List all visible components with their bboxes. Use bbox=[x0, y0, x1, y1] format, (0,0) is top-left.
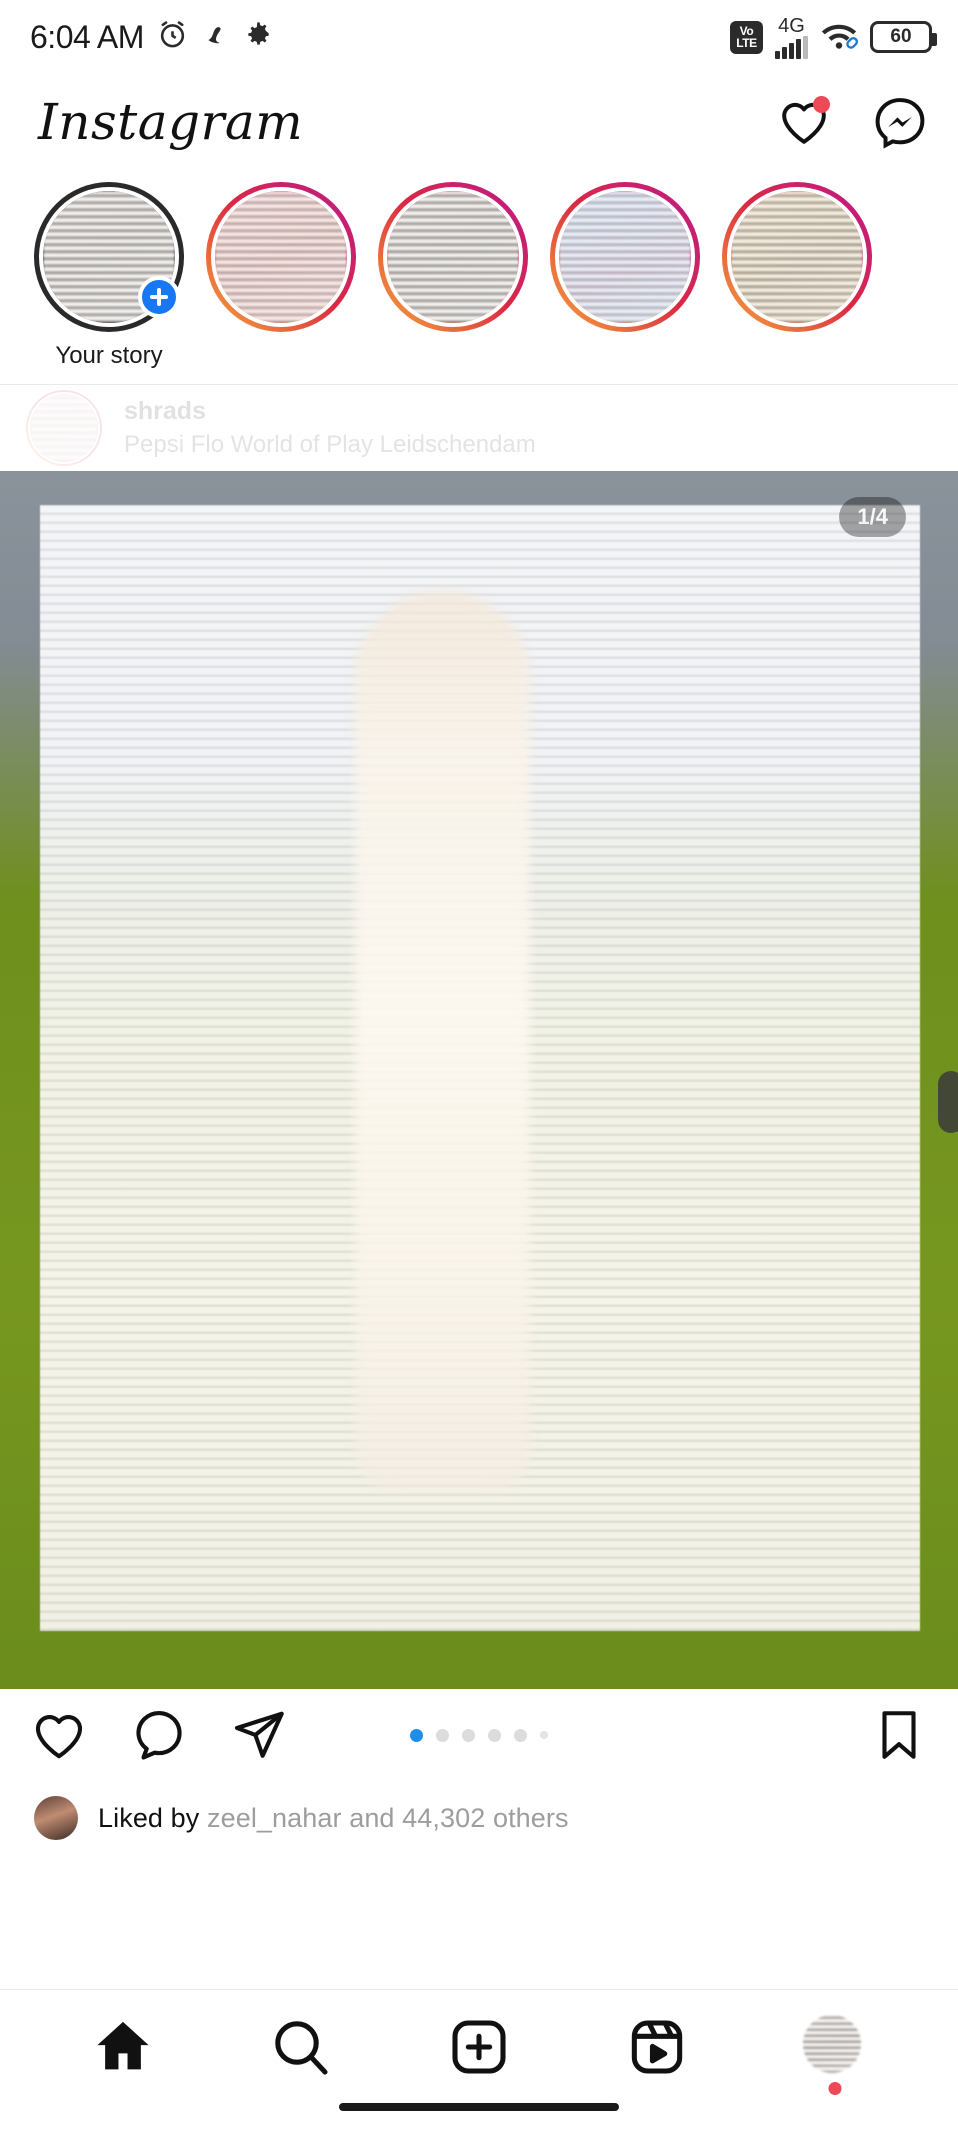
story-item-your-story[interactable]: Your story bbox=[34, 182, 184, 370]
post-action-left-group bbox=[30, 1706, 288, 1764]
status-bar: 6:04 AM Vo LTE 4G 60 bbox=[0, 0, 958, 74]
story-avatar bbox=[387, 191, 519, 323]
post-action-bar bbox=[0, 1689, 958, 1781]
profile-notification-dot bbox=[828, 2081, 842, 2095]
profile-avatar bbox=[803, 2014, 861, 2073]
post-photo-subject bbox=[355, 591, 530, 1491]
likes-text[interactable]: Liked by zeel_nahar and 44,302 others bbox=[98, 1803, 569, 1834]
story-label: Your story bbox=[55, 342, 163, 369]
story-ring bbox=[206, 182, 356, 332]
post-likes-row[interactable]: Liked by zeel_nahar and 44,302 others bbox=[0, 1781, 958, 1851]
story-item-4[interactable] bbox=[722, 182, 872, 370]
notification-badge-dot bbox=[813, 96, 830, 113]
add-story-plus-icon[interactable] bbox=[138, 276, 180, 318]
post-media[interactable]: 1/4 bbox=[0, 471, 958, 1689]
status-bar-right: Vo LTE 4G 60 bbox=[730, 16, 937, 59]
alarm-clock-icon bbox=[157, 19, 188, 55]
post-author-avatar[interactable] bbox=[26, 390, 102, 466]
instagram-app-screen: 6:04 AM Vo LTE 4G 60 Instagram Your stor… bbox=[0, 0, 958, 2129]
header-actions bbox=[776, 94, 928, 150]
post-action-right-group bbox=[870, 1706, 928, 1764]
wifi-icon bbox=[820, 20, 858, 55]
likes-count: 44,302 bbox=[402, 1802, 486, 1833]
story-ring bbox=[378, 182, 528, 332]
likes-prefix: Liked by bbox=[98, 1802, 200, 1833]
carousel-indicator bbox=[410, 1728, 548, 1742]
story-avatar bbox=[215, 191, 347, 323]
share-paperplane-icon[interactable] bbox=[230, 1706, 288, 1764]
messenger-icon[interactable] bbox=[872, 94, 928, 150]
like-heart-icon[interactable] bbox=[30, 1706, 88, 1764]
activity-heart-icon[interactable] bbox=[776, 94, 832, 150]
likes-username[interactable]: zeel_nahar bbox=[207, 1803, 342, 1833]
media-edge-marker-right bbox=[938, 1071, 958, 1133]
story-avatar bbox=[559, 191, 691, 323]
story-avatar bbox=[731, 191, 863, 323]
carousel-counter-badge: 1/4 bbox=[839, 497, 906, 537]
nav-profile-avatar[interactable] bbox=[803, 2014, 867, 2095]
status-bar-left: 6:04 AM bbox=[30, 19, 273, 56]
instagram-logo[interactable]: Instagram bbox=[38, 93, 303, 151]
post-author-info: shrads Pepsi Flo World of Play Leidschen… bbox=[124, 396, 932, 460]
nav-home-icon[interactable] bbox=[91, 2015, 155, 2079]
post-location[interactable]: Pepsi Flo World of Play Leidschendam bbox=[124, 430, 932, 460]
bookmark-icon[interactable] bbox=[870, 1706, 928, 1764]
story-ring bbox=[722, 182, 872, 332]
gear-icon bbox=[244, 20, 273, 54]
likes-middle: and bbox=[349, 1802, 395, 1833]
app-badge-icon bbox=[201, 20, 231, 55]
nav-search-icon[interactable] bbox=[269, 2015, 333, 2079]
post-username[interactable]: shrads bbox=[124, 396, 932, 427]
volte-icon: Vo LTE bbox=[730, 20, 763, 54]
comment-bubble-icon[interactable] bbox=[130, 1706, 188, 1764]
battery-icon: 60 bbox=[870, 21, 937, 53]
signal-bars-icon: 4G bbox=[775, 16, 808, 59]
story-item-1[interactable] bbox=[206, 182, 356, 370]
nav-create-icon[interactable] bbox=[447, 2015, 511, 2079]
story-item-3[interactable] bbox=[550, 182, 700, 370]
app-header: Instagram bbox=[0, 74, 958, 170]
gesture-home-bar[interactable] bbox=[339, 2103, 619, 2111]
status-time: 6:04 AM bbox=[30, 18, 144, 55]
nav-reels-icon[interactable] bbox=[625, 2015, 689, 2079]
likes-suffix: others bbox=[492, 1802, 569, 1833]
story-item-2[interactable] bbox=[378, 182, 528, 370]
post-header: shrads Pepsi Flo World of Play Leidschen… bbox=[0, 385, 958, 471]
liker-avatar bbox=[34, 1796, 78, 1840]
story-ring-own bbox=[34, 182, 184, 332]
stories-tray[interactable]: Your story bbox=[0, 170, 958, 370]
story-ring bbox=[550, 182, 700, 332]
